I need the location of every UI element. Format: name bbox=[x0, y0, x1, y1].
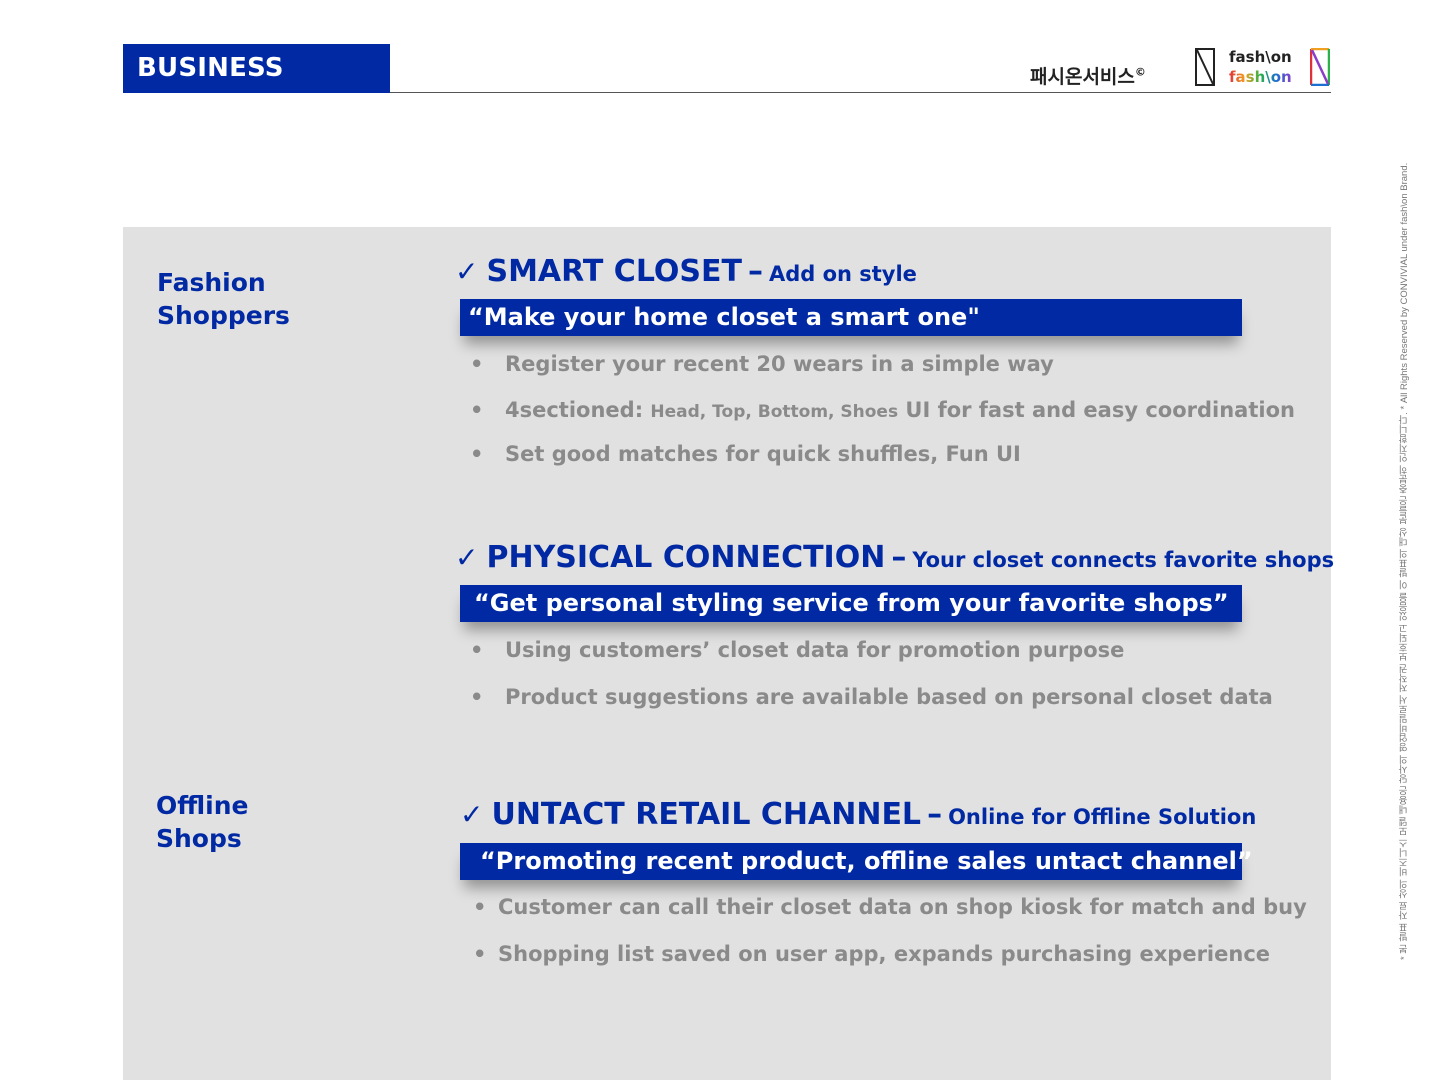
list-item: • Register your recent 20 wears in a simp… bbox=[470, 352, 1295, 398]
section-heading: UNTACT RETAIL CHANNEL bbox=[491, 797, 922, 832]
bullet-dot: • bbox=[470, 442, 484, 466]
list-item: • Set good matches for quick shuffles, Fu… bbox=[470, 442, 1295, 486]
section-heading: PHYSICAL CONNECTION bbox=[486, 540, 886, 575]
header-rule bbox=[390, 92, 1331, 93]
section-subtitle: Add on style bbox=[768, 262, 917, 286]
brand-name-text: 패시온서비스 bbox=[1030, 66, 1135, 88]
quote-banner: “Promoting recent product, offline sales… bbox=[460, 843, 1253, 880]
section-subtitle: Your closet connects favorite shops bbox=[912, 548, 1335, 572]
bullet-list: • Customer can call their closet data on … bbox=[473, 895, 1307, 989]
title-dash: – bbox=[747, 254, 763, 289]
section-subtitle: Online for Offline Solution bbox=[948, 805, 1257, 829]
bullet-text: Using customers’ closet data for promoti… bbox=[505, 638, 1125, 662]
section-title-untact-retail: ✓ UNTACT RETAIL CHANNEL – Online for Offlin… bbox=[460, 797, 1256, 832]
offline-shops-label: Offline Shops bbox=[156, 789, 248, 855]
label-line: Fashion bbox=[157, 268, 266, 297]
label-line: Shoppers bbox=[157, 301, 290, 330]
bullet-text-small: Head, Top, Bottom, Shoes bbox=[650, 402, 899, 422]
bullet-text: Shopping list saved on user app, expands… bbox=[498, 942, 1271, 966]
logo-n-color-icon bbox=[1310, 48, 1330, 86]
label-line: Offline bbox=[156, 791, 249, 820]
logo-line-2: fash\on bbox=[1229, 68, 1292, 86]
page-title: BUSINESS MODEL bbox=[123, 44, 390, 132]
brand-name: 패시온서비스© bbox=[1030, 62, 1146, 89]
bullet-text: 4sectioned: bbox=[505, 398, 644, 422]
label-line: Shops bbox=[156, 824, 242, 853]
section-title-smart-closet: ✓ SMART CLOSET – Add on style bbox=[455, 254, 917, 289]
list-item: • Product suggestions are available based… bbox=[470, 685, 1273, 732]
bullet-list: • Register your recent 20 wears in a simp… bbox=[470, 352, 1295, 486]
confidentiality-note: * 본 발표 자료 상의 비즈니스 모델 내용은 당사의 영업비밀로서 저작권 … bbox=[1399, 162, 1410, 960]
bullet-list: • Using customers’ closet data for promot… bbox=[470, 638, 1273, 732]
bullet-text: UI for fast and easy coordination bbox=[905, 398, 1295, 422]
bullet-text: Set good matches for quick shuffles, Fun… bbox=[505, 442, 1021, 466]
bullet-text: Register your recent 20 wears in a simpl… bbox=[505, 352, 1054, 376]
logo-line-1: fash\on bbox=[1229, 48, 1292, 66]
list-item: • Customer can call their closet data on … bbox=[473, 895, 1307, 942]
check-icon: ✓ bbox=[455, 541, 479, 574]
section-title-physical-connection: ✓ PHYSICAL CONNECTION – Your closet connect… bbox=[455, 540, 1334, 575]
bullet-text: Customer can call their closet data on s… bbox=[498, 895, 1307, 919]
check-icon: ✓ bbox=[460, 798, 484, 831]
bullet-dot: • bbox=[473, 942, 487, 966]
quote-banner: “Get personal styling service from your … bbox=[460, 585, 1242, 622]
fashion-shoppers-label: Fashion Shoppers bbox=[157, 266, 290, 332]
list-item: • 4sectioned: Head, Top, Bottom, Shoes UI… bbox=[470, 398, 1295, 442]
bullet-dot: • bbox=[473, 895, 487, 919]
list-item: • Using customers’ closet data for promot… bbox=[470, 638, 1273, 685]
bullet-dot: • bbox=[470, 352, 484, 376]
bullet-dot: • bbox=[470, 685, 484, 709]
title-dash: – bbox=[891, 540, 907, 575]
check-icon: ✓ bbox=[455, 255, 479, 288]
bullet-text: Product suggestions are available based … bbox=[505, 685, 1273, 709]
bullet-dot: • bbox=[470, 398, 484, 422]
section-heading: SMART CLOSET bbox=[486, 254, 742, 289]
brand-logo: fash\on fash\on bbox=[1229, 47, 1292, 87]
list-item: • Shopping list saved on user app, expand… bbox=[473, 942, 1307, 989]
copyright-mark: © bbox=[1134, 65, 1146, 79]
bullet-dot: • bbox=[470, 638, 484, 662]
title-dash: – bbox=[927, 797, 943, 832]
quote-banner: “Make your home closet a smart one" bbox=[460, 299, 1242, 336]
logo-n-icon bbox=[1195, 48, 1215, 86]
